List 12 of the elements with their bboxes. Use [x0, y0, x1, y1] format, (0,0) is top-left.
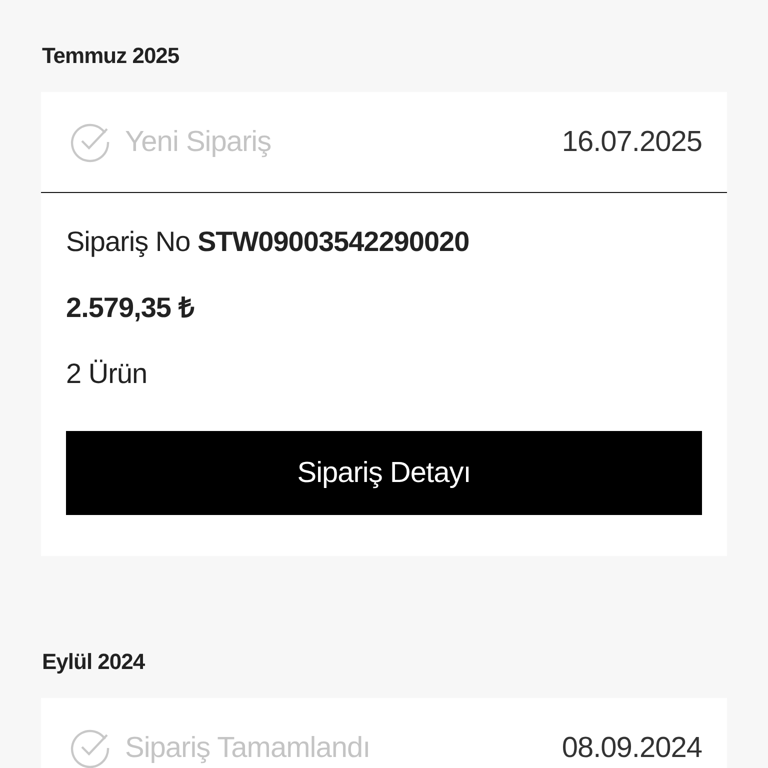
order-date: 08.09.2024	[562, 732, 702, 764]
month-heading: Eylül 2024	[42, 648, 146, 676]
order-total: 2.579,35 ₺	[66, 293, 196, 325]
check-circle-icon	[69, 727, 111, 768]
item-count: 2 Ürün	[66, 359, 148, 391]
check-circle-icon	[69, 121, 111, 163]
order-date: 16.07.2025	[562, 126, 702, 158]
order-status: Yeni Sipariş	[125, 126, 272, 158]
order-number: Sipariş No STW09003542290020	[66, 227, 470, 259]
month-heading: Temmuz 2025	[42, 42, 180, 70]
order-detail-button[interactable]: Sipariş Detayı	[66, 431, 702, 515]
order-status: Sipariş Tamamlandı	[125, 732, 372, 764]
